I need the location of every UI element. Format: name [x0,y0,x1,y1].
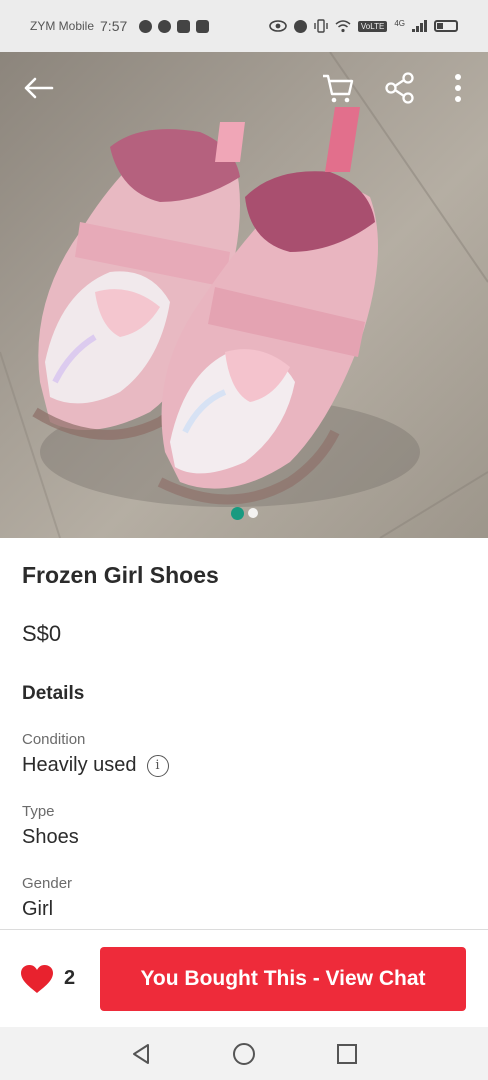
listing-details: Frozen Girl Shoes S$0 Details Condition … [0,538,488,921]
detail-label: Condition [22,731,86,748]
back-button[interactable] [16,66,60,110]
like-count: 2 [64,967,76,989]
vibrate-icon [314,19,328,33]
facebook-icon [139,19,153,33]
battery-icon [434,20,458,32]
chat-icon [177,19,191,33]
share-icon [385,72,414,104]
detail-value: Shoes [22,826,79,848]
detail-value: Heavily used i [22,754,466,777]
status-time: 7:57 [100,18,128,34]
more-vertical-icon [455,74,461,102]
detail-condition: Condition Heavily used i [22,731,466,777]
product-image-carousel[interactable] [0,52,488,538]
eye-icon [269,20,287,32]
nav-home-button[interactable] [222,1032,266,1076]
cart-icon [323,74,354,103]
square-recents-icon [336,1043,357,1064]
shopping-bag-icon [196,19,210,33]
network-type: 4G [394,19,405,28]
details-heading: Details [22,683,85,704]
carousel-dot-active[interactable] [230,507,244,520]
nav-recents-button[interactable] [325,1032,369,1076]
listing-title: Frozen Girl Shoes [22,562,219,588]
like-button[interactable]: 2 [20,964,100,994]
carousel-indicator [0,507,488,520]
alarm-icon [293,19,307,33]
heart-icon [21,964,53,993]
facebook-icon [158,19,172,33]
triangle-back-icon [133,1043,150,1064]
cart-button[interactable] [316,66,360,110]
product-photo [0,52,488,538]
circle-home-icon [232,1042,255,1065]
condition-value: Heavily used [22,754,137,776]
wifi-icon [335,19,351,32]
more-options-button[interactable] [436,66,480,110]
detail-label: Gender [22,875,73,892]
signal-icon [412,20,427,32]
system-navigation-bar [0,1027,488,1080]
bottom-action-bar: 2 You Bought This - View Chat [0,929,488,1027]
notification-icons [139,19,210,33]
status-right: VoLTE 4G [269,19,458,33]
status-left: ZYM Mobile 7:57 [30,18,210,34]
nav-back-button[interactable] [119,1032,163,1076]
status-bar: ZYM Mobile 7:57 VoLTE 4G [0,0,488,52]
carrier-name: ZYM Mobile [30,19,95,33]
volte-badge: VoLTE [357,20,388,32]
detail-gender: Gender Girl [22,875,466,921]
detail-type: Type Shoes [22,803,466,849]
info-icon[interactable]: i [146,754,169,777]
detail-label: Type [22,803,55,820]
view-chat-button[interactable]: You Bought This - View Chat [100,946,466,1011]
carousel-dot[interactable] [247,508,258,518]
arrow-left-icon [24,77,54,99]
listing-price: S$0 [22,621,62,646]
share-button[interactable] [378,66,422,110]
detail-value: Girl [22,898,54,920]
